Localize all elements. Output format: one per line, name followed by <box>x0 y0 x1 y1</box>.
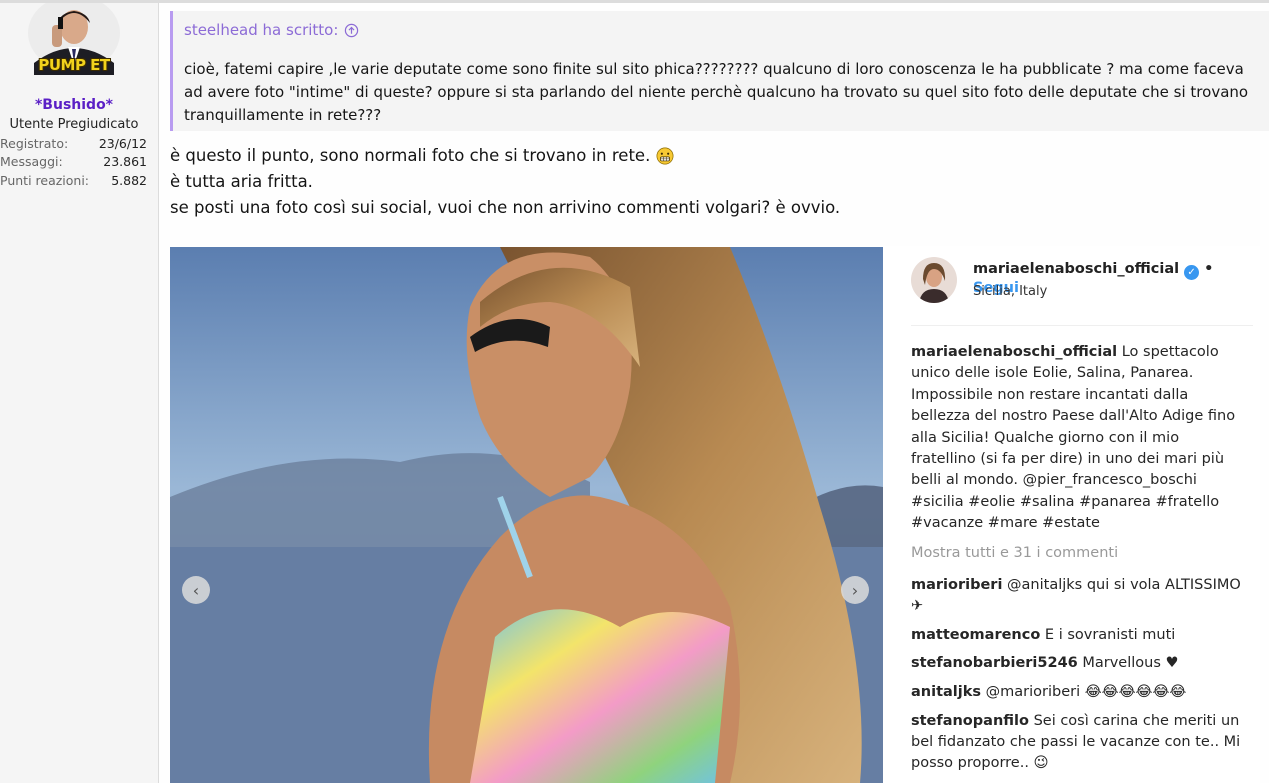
comment: anitaljks @marioriberi 😂😂😂😂😂😂 <box>911 682 1251 703</box>
comment: stefanopanfilo Sei così carina che merit… <box>911 711 1241 774</box>
ig-profile-avatar[interactable] <box>911 257 957 303</box>
quote-author[interactable]: steelhead ha scritto: <box>184 21 338 39</box>
stat-registered: Registrato: 23/6/12 <box>0 136 147 151</box>
comment-username[interactable]: anitaljks <box>911 684 981 700</box>
username[interactable]: *Bushido* <box>0 97 148 113</box>
stat-label: Messaggi: <box>0 154 63 169</box>
verified-badge-icon: ✓ <box>1184 265 1200 280</box>
grimace-emoji-icon <box>656 147 674 165</box>
post-line: se posti una foto così sui social, vuoi … <box>170 198 841 217</box>
avatar[interactable]: PUMP ET <box>22 0 126 83</box>
carousel-next-button[interactable]: › <box>841 576 869 604</box>
instagram-panel: mariaelenaboschi_official ✓ • Segui Sicil… <box>895 247 1260 783</box>
user-sidebar: PUMP ET *Bushido* Utente Pregiudicato Re… <box>0 0 159 783</box>
caption-text: Lo spettacolo unico delle isole Eolie, S… <box>911 344 1236 532</box>
quote-text: cioè, fatemi capire ,le varie deputate c… <box>184 60 1249 124</box>
comment-text: E i sovranisti muti <box>1044 627 1176 643</box>
ig-location[interactable]: Sicilia, Italy <box>973 284 1047 299</box>
stat-label: Registrato: <box>0 136 69 151</box>
divider <box>911 325 1253 326</box>
comment-text: Marvellous ♥ <box>1082 655 1179 671</box>
comment-username[interactable]: stefanobarbieri5246 <box>911 655 1078 671</box>
top-border <box>0 0 1269 3</box>
comment-username[interactable]: stefanopanfilo <box>911 713 1029 729</box>
avatar-caption: PUMP ET <box>38 56 110 74</box>
arrow-up-circle-icon[interactable] <box>344 23 359 38</box>
view-all-comments-link[interactable]: Mostra tutti e 31 i commenti <box>911 545 1118 561</box>
comment: marioriberi @anitaljks qui si vola ALTIS… <box>911 575 1251 617</box>
ig-username[interactable]: mariaelenaboschi_official <box>973 261 1179 277</box>
stat-value: 5.882 <box>111 173 147 188</box>
stat-messages: Messaggi: 23.861 <box>0 154 147 169</box>
stat-value: 23/6/12 <box>98 136 147 151</box>
comment: stefanobarbieri5246 Marvellous ♥ <box>911 653 1251 674</box>
stat-reactions: Punti reazioni: 5.882 <box>0 173 147 188</box>
user-title: Utente Pregiudicato <box>9 117 139 132</box>
carousel-prev-button[interactable]: ‹ <box>182 576 210 604</box>
instagram-photo[interactable]: ‹ › <box>170 247 883 783</box>
comment: matteomarenco E i sovranisti muti <box>911 625 1251 646</box>
post-body: è questo il punto, sono normali foto che… <box>170 143 840 221</box>
comment-username[interactable]: matteomarenco <box>911 627 1040 643</box>
quote-header[interactable]: steelhead ha scritto: <box>184 21 359 39</box>
ig-caption: mariaelenaboschi_official Lo spettacolo … <box>911 342 1241 535</box>
stat-label: Punti reazioni: <box>0 173 90 188</box>
post-line: è tutta aria fritta. <box>170 172 313 191</box>
caption-username[interactable]: mariaelenaboschi_official <box>911 344 1117 360</box>
comment-username[interactable]: marioriberi <box>911 577 1002 593</box>
stat-value[interactable]: 23.861 <box>103 154 147 169</box>
post-line: è questo il punto, sono normali foto che… <box>170 143 840 169</box>
comment-text: @marioriberi 😂😂😂😂😂😂 <box>985 684 1187 700</box>
